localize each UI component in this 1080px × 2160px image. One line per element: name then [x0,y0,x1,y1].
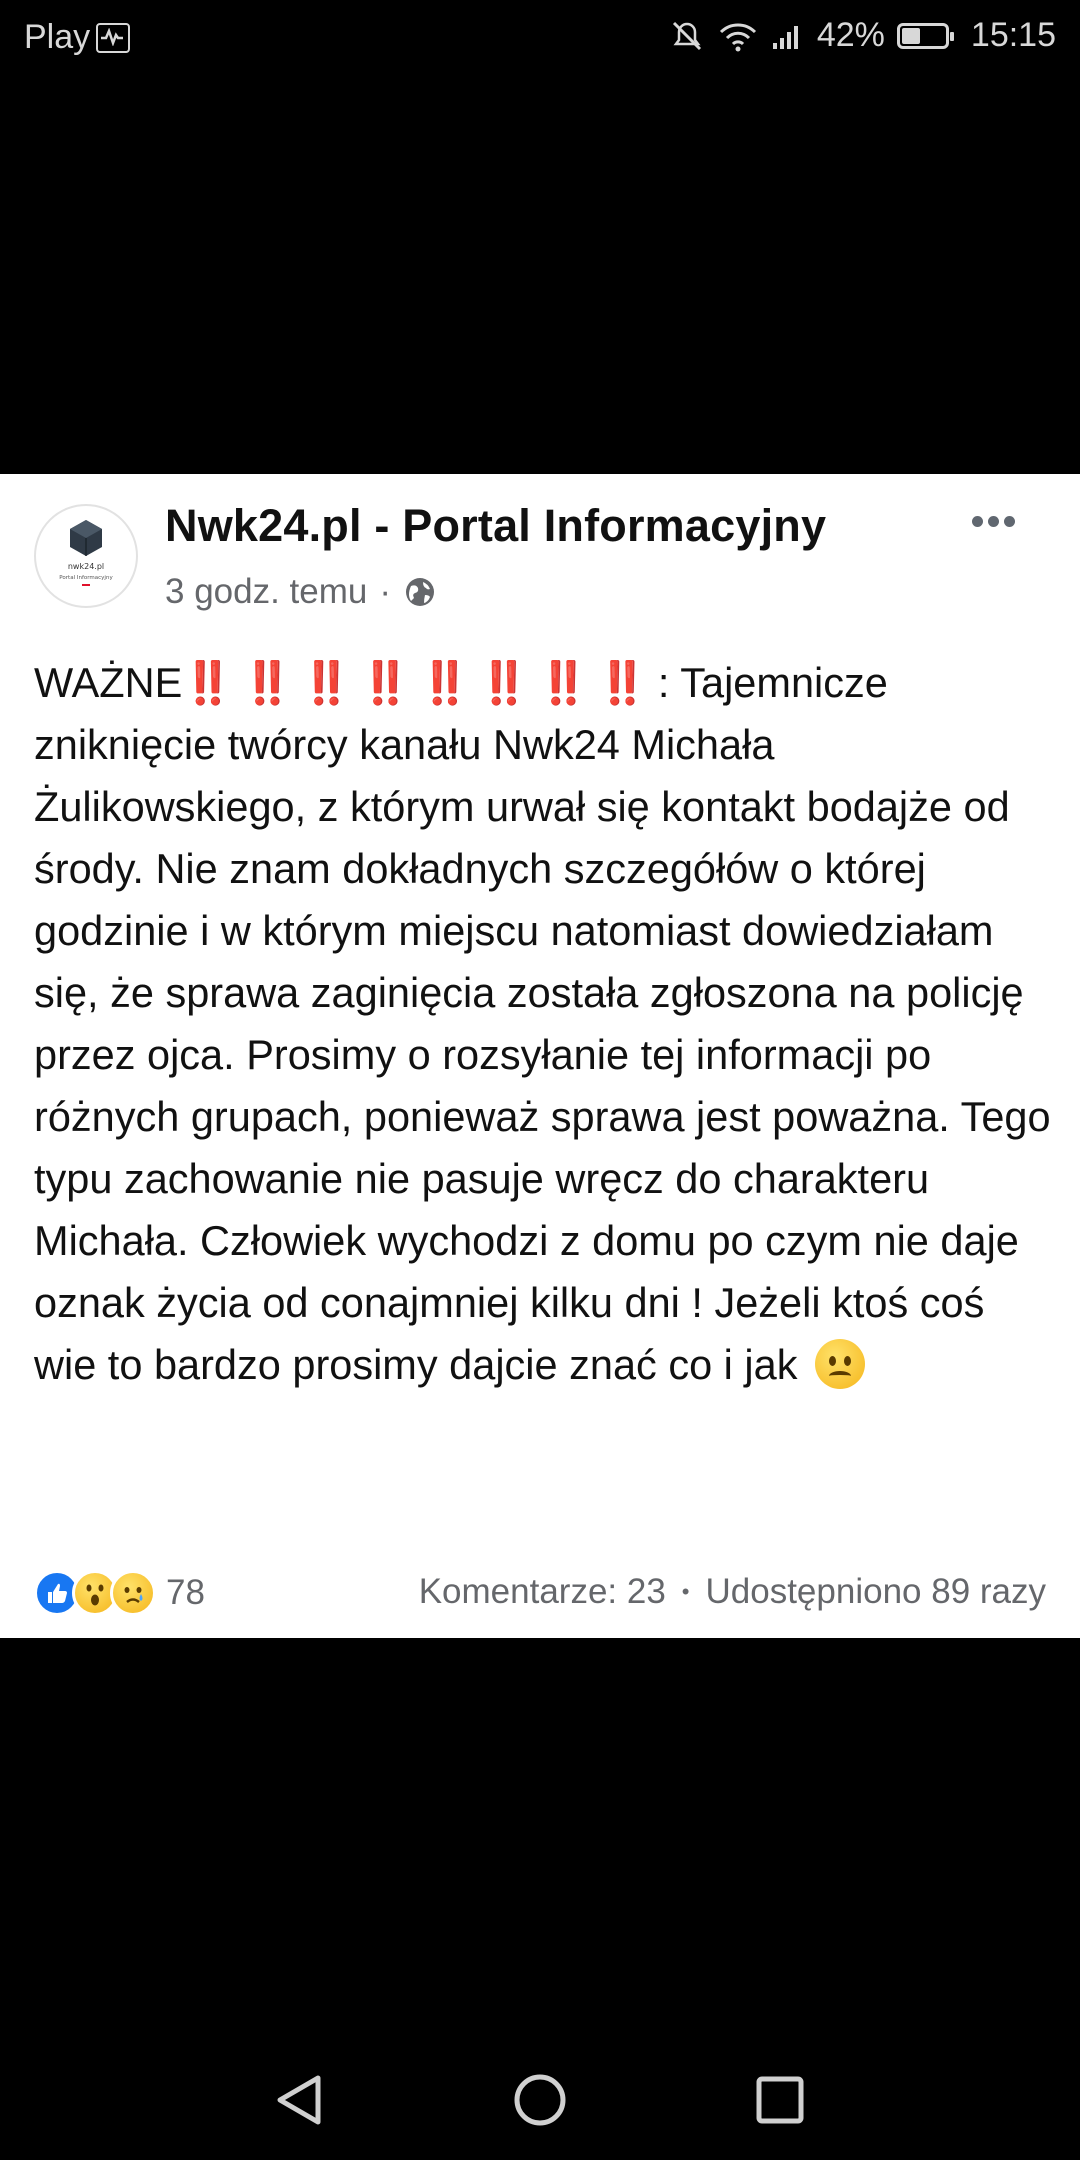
battery-icon [896,22,954,49]
more-options-button[interactable] [972,514,1032,544]
post-timestamp[interactable]: 3 godz. temu [165,572,367,612]
dot-icon [972,516,983,527]
back-icon[interactable] [270,2070,330,2130]
activity-icon [96,22,131,53]
meta-separator: · [379,572,391,611]
svg-text:nwk24.pl: nwk24.pl [68,562,104,571]
reaction-count: 78 [166,1573,205,1612]
navigation-bar [0,2040,1080,2160]
post-text-main: : Tajemnicze zniknięcie twórcy kanału Nw… [34,659,1051,1388]
post-stats: Komentarze: 23 • Udostępniono 89 razy [419,1572,1046,1612]
reactions-summary[interactable]: 78 [34,1570,205,1616]
clock: 15:15 [970,16,1056,54]
battery-percent: 42% [816,16,885,54]
svg-text:Portal Informacyjny: Portal Informacyjny [59,575,113,581]
comments-count-link[interactable]: Komentarze: 23 [419,1572,666,1612]
post-card: nwk24.pl Portal Informacyjny Nwk24.pl - … [0,474,1080,1638]
shares-count-link[interactable]: Udostępniono 89 razy [706,1572,1047,1612]
carrier-label: Play [24,18,91,56]
status-bar: Play 42% 15:15 [0,0,1080,76]
page-avatar[interactable]: nwk24.pl Portal Informacyjny [34,504,138,608]
recents-icon[interactable] [750,2070,810,2130]
globe-icon [406,578,434,606]
post-meta: 3 godz. temu · [165,572,437,612]
dot-icon [988,516,999,527]
home-icon[interactable] [510,2070,570,2130]
mute-icon [672,21,701,50]
wifi-icon [719,22,756,51]
post-text: WAŻNE‼️ ‼️ ‼️ ‼️ ‼️ ‼️ ‼️ ‼️ : Tajemnicz… [34,652,1054,1396]
post-text-lead: WAŻNE [34,659,183,706]
signal-icon [772,25,798,49]
exclamation-emojis: ‼️ ‼️ ‼️ ‼️ ‼️ ‼️ ‼️ ‼️ [182,659,648,706]
status-icons: 42% 15:15 [669,16,1056,55]
dot-icon [1004,516,1015,527]
nwk24-logo-icon: nwk24.pl Portal Informacyjny [59,520,113,586]
sad-reaction-icon [110,1570,156,1616]
page-name[interactable]: Nwk24.pl - Portal Informacyjny [165,500,826,552]
sad-face-emoji-icon [815,1339,866,1389]
post-footer: 78 Komentarze: 23 • Udostępniono 89 razy [34,1570,1046,1620]
stats-separator: • [681,1579,690,1604]
carrier: Play [24,18,131,57]
